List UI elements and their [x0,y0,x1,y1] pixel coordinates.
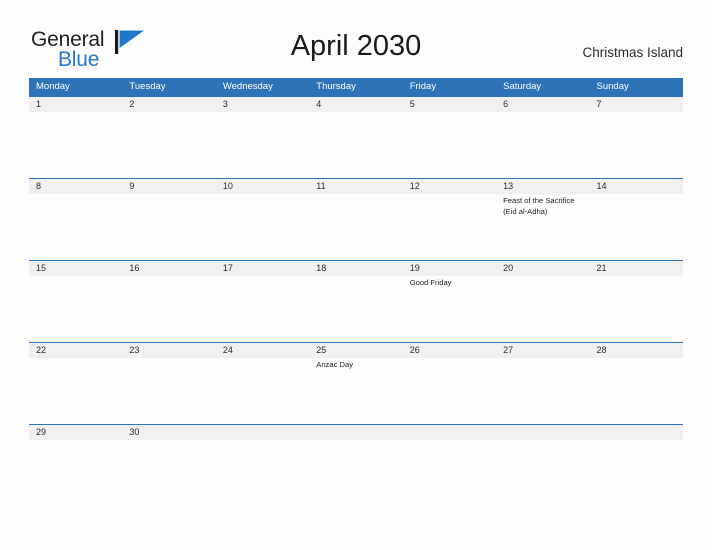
day-number[interactable]: 5 [403,97,496,112]
day-number[interactable]: 19 [403,261,496,276]
day-event [403,358,496,424]
day-event: Good Friday [409,278,452,287]
day-event [29,112,122,178]
calendar-week-row: 15 16 17 18 19 20 21 Good Friday [29,260,683,342]
day-event [590,194,683,260]
week-event-band [29,112,683,178]
day-event [590,276,683,342]
day-number[interactable]: 24 [216,343,309,358]
day-number[interactable]: 22 [29,343,122,358]
week-date-band: 15 16 17 18 19 20 21 [29,260,683,276]
day-number[interactable]: 12 [403,179,496,194]
day-event [122,440,215,528]
calendar-week-row: 22 23 24 25 26 27 28 Anzac Day [29,342,683,424]
day-event [29,440,122,528]
day-event [122,194,215,260]
weekday-header-row: Monday Tuesday Wednesday Thursday Friday… [29,78,683,96]
day-number[interactable]: 7 [590,97,683,112]
day-event [29,194,122,260]
calendar-week-row: 29 30 [29,424,683,528]
week-date-band: 22 23 24 25 26 27 28 [29,342,683,358]
day-event [496,276,589,342]
day-event [590,358,683,424]
day-number[interactable]: 6 [496,97,589,112]
day-event [403,112,496,178]
location-label: Christmas Island [582,45,683,60]
day-number[interactable]: 21 [590,261,683,276]
day-number[interactable]: 10 [216,179,309,194]
day-number[interactable]: 9 [122,179,215,194]
day-event [309,112,402,178]
day-number-empty [590,425,683,440]
day-event [216,112,309,178]
day-number[interactable]: 30 [122,425,215,440]
day-number[interactable]: 26 [403,343,496,358]
day-event [122,112,215,178]
day-event [403,194,496,260]
weekday-header-thursday: Thursday [316,81,356,92]
day-number[interactable]: 13 [496,179,589,194]
day-number[interactable]: 2 [122,97,215,112]
day-event [403,440,496,528]
calendar-week-row: 1 2 3 4 5 6 7 [29,96,683,178]
day-number[interactable]: 28 [590,343,683,358]
day-event [122,276,215,342]
week-date-band: 8 9 10 11 12 13 14 [29,178,683,194]
calendar-grid: Monday Tuesday Wednesday Thursday Friday… [29,78,683,528]
day-number[interactable]: 20 [496,261,589,276]
week-date-band: 1 2 3 4 5 6 7 [29,96,683,112]
week-event-band: Feast of the Sacrifice (Eid al-Adha) [29,194,683,260]
day-number-empty [496,425,589,440]
day-event [29,358,122,424]
day-event [496,358,589,424]
weekday-header-friday: Friday [409,81,437,92]
day-number-empty [403,425,496,440]
day-event [29,276,122,342]
day-event [309,276,402,342]
weekday-header-saturday: Saturday [503,81,542,92]
day-number[interactable]: 15 [29,261,122,276]
week-date-band: 29 30 [29,424,683,440]
day-number[interactable]: 3 [216,97,309,112]
day-event [309,440,402,528]
day-event [496,112,589,178]
week-event-band: Anzac Day [29,358,683,424]
weekday-header-monday: Monday [36,81,70,92]
day-event: Anzac Day [316,360,353,369]
day-number-empty [216,425,309,440]
day-number[interactable]: 17 [216,261,309,276]
weekday-header-wednesday: Wednesday [222,81,273,92]
day-event [496,440,589,528]
day-number[interactable]: 8 [29,179,122,194]
day-number[interactable]: 1 [29,97,122,112]
day-event [216,276,309,342]
day-number[interactable]: 11 [309,179,402,194]
day-event: Feast of the Sacrifice (Eid al-Adha) [503,196,575,216]
day-number[interactable]: 18 [309,261,402,276]
day-number[interactable]: 14 [590,179,683,194]
day-event [590,112,683,178]
day-event [216,194,309,260]
day-event [122,358,215,424]
day-number[interactable]: 23 [122,343,215,358]
day-number[interactable]: 4 [309,97,402,112]
day-event [216,440,309,528]
week-event-band: Good Friday [29,276,683,342]
page-header: General Blue April 2030 Christmas Island [0,0,712,78]
day-event [309,194,402,260]
calendar-week-row: 8 9 10 11 12 13 14 Feast of the Sacrific… [29,178,683,260]
day-number[interactable]: 25 [309,343,402,358]
week-event-band [29,440,683,528]
day-number-empty [309,425,402,440]
day-number[interactable]: 16 [122,261,215,276]
day-event [590,440,683,528]
day-number[interactable]: 29 [29,425,122,440]
weekday-header-tuesday: Tuesday [129,81,166,92]
weekday-header-sunday: Sunday [596,81,629,92]
day-event [216,358,309,424]
day-number[interactable]: 27 [496,343,589,358]
